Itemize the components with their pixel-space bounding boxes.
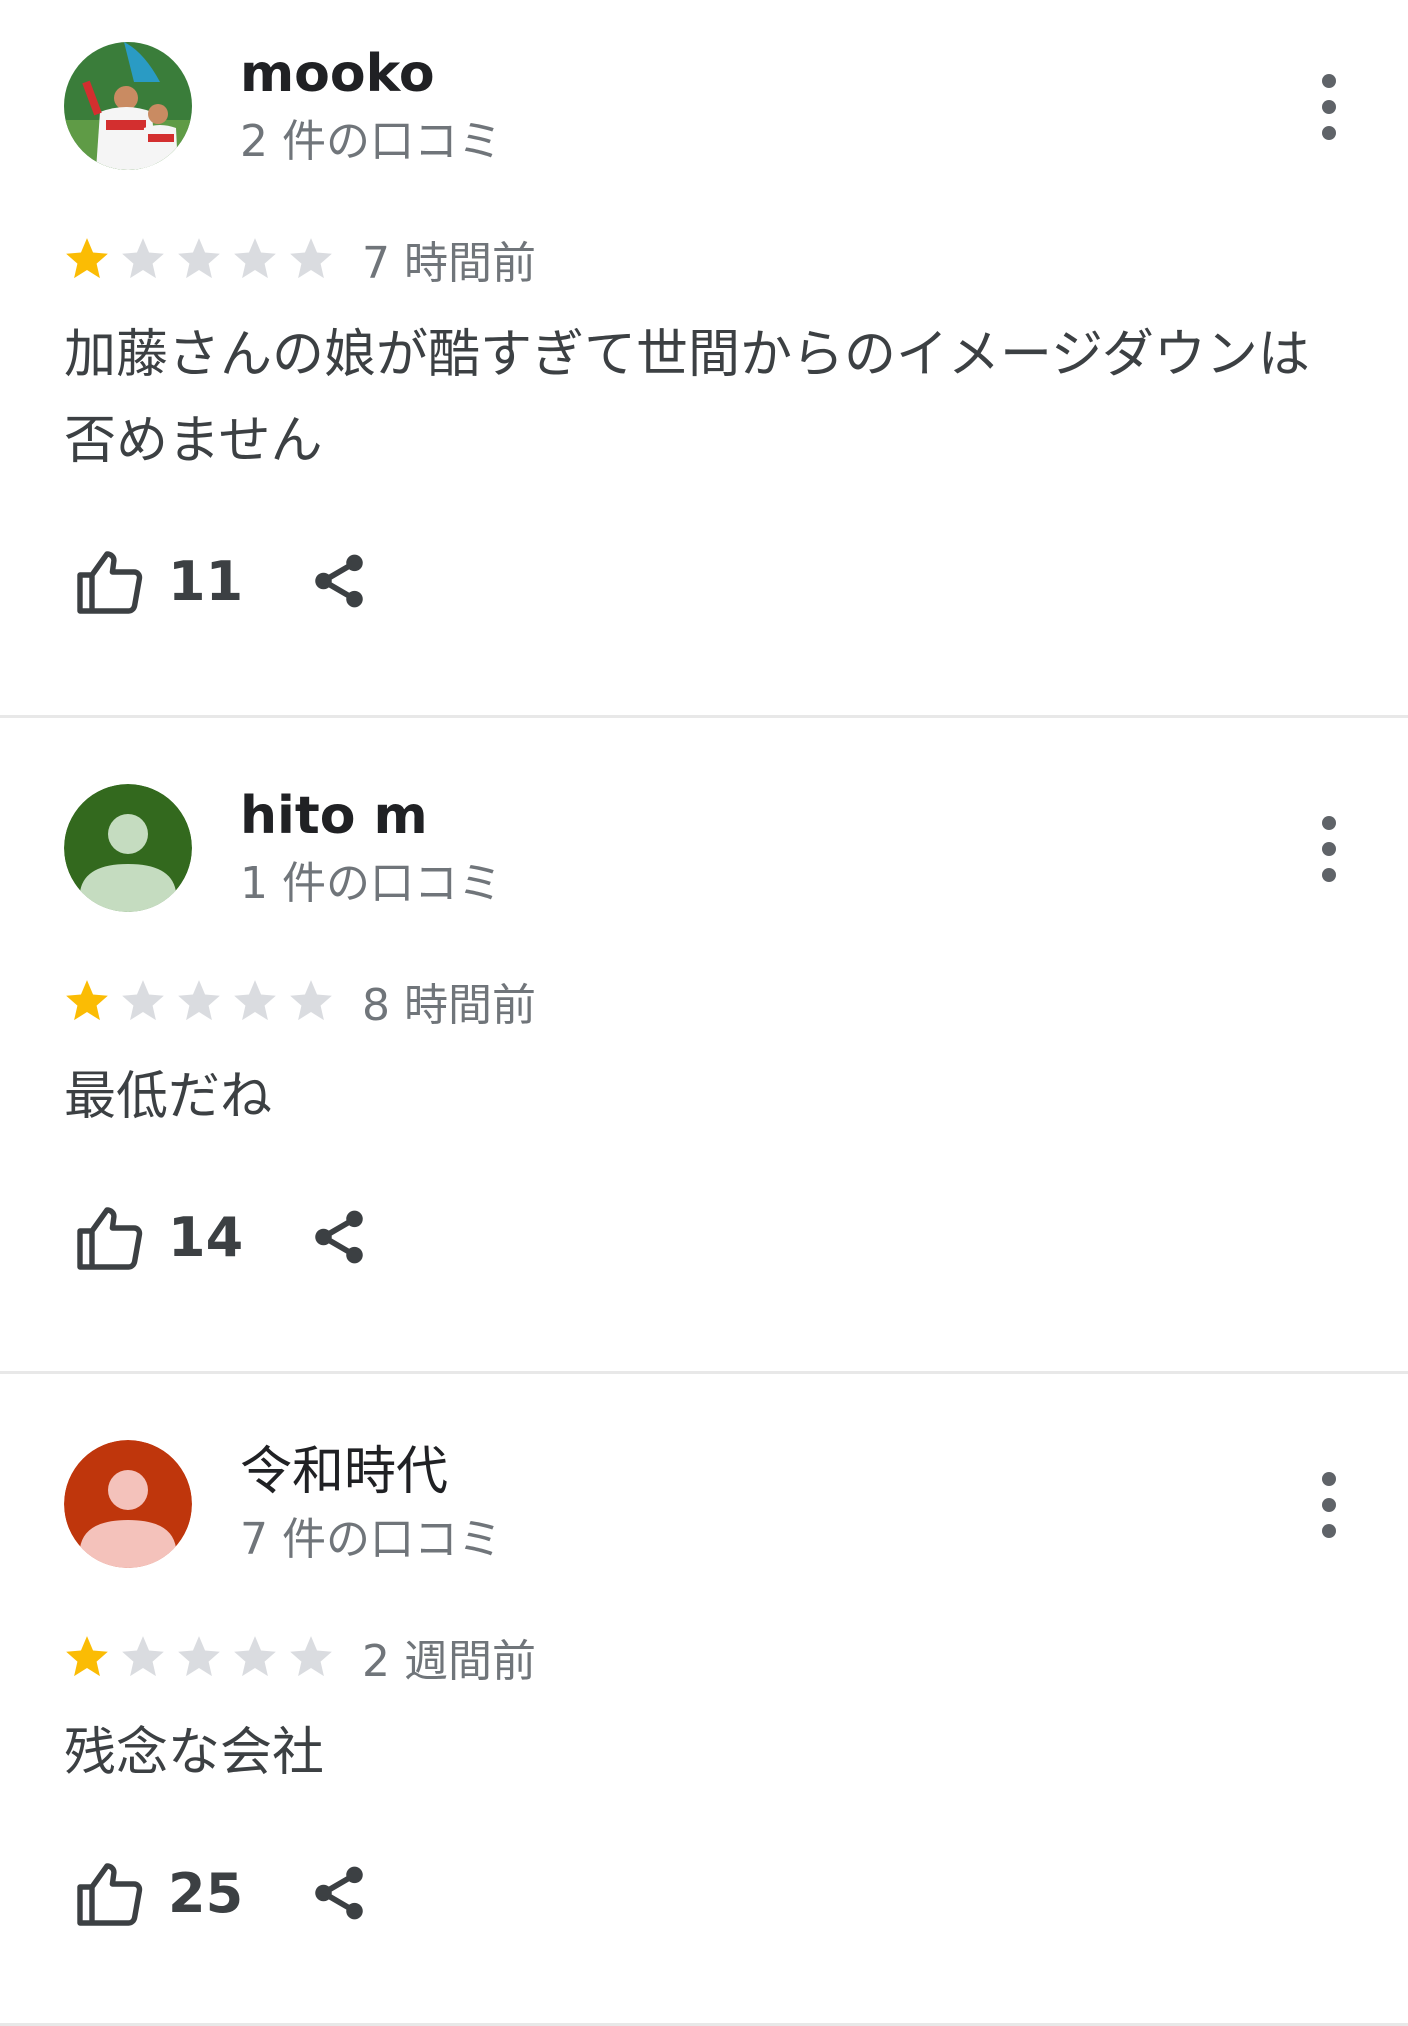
like-count: 25 [168, 1861, 244, 1925]
review-count: 2 件の口コミ [240, 116, 502, 167]
avatar[interactable] [64, 42, 192, 170]
more-vert-icon[interactable] [1310, 1472, 1348, 1538]
person-icon [64, 784, 192, 912]
review-count: 1 件の口コミ [240, 858, 502, 909]
star-empty-icon [178, 1636, 220, 1677]
star-empty-icon [290, 238, 332, 279]
review-card: 令和時代 7 件の口コミ 2 週間前 残念な会社 25 [0, 1374, 1408, 2026]
star-rating [62, 1632, 342, 1682]
review-actions: 11 [74, 548, 370, 614]
author-name[interactable]: hito m [240, 786, 428, 846]
avatar[interactable] [64, 784, 192, 912]
star-empty-icon [290, 980, 332, 1021]
review-count: 7 件の口コミ [240, 1514, 502, 1565]
more-vert-icon[interactable] [1310, 816, 1348, 882]
star-empty-icon [234, 238, 276, 279]
star-empty-icon [122, 238, 164, 279]
avatar-photo [64, 42, 192, 170]
share-icon[interactable] [308, 1862, 370, 1924]
review-text: 残念な会社 [64, 1723, 325, 1783]
star-empty-icon [178, 238, 220, 279]
share-icon[interactable] [308, 1206, 370, 1268]
review-text: 加藤さんの娘が酷すぎて世間からのイメージダウンは否めません [64, 325, 1310, 471]
rating-row: 7 時間前 [62, 228, 536, 290]
star-empty-icon [178, 980, 220, 1021]
review-time: 8 時間前 [362, 980, 536, 1031]
avatar[interactable] [64, 1440, 192, 1568]
author-name[interactable]: 令和時代 [240, 1442, 448, 1502]
thumbs-up-icon[interactable] [74, 1204, 146, 1270]
star-filled-icon [66, 1636, 108, 1677]
star-empty-icon [234, 1636, 276, 1677]
star-empty-icon [122, 1636, 164, 1677]
star-rating [62, 976, 342, 1026]
author-name[interactable]: mooko [240, 44, 435, 104]
star-empty-icon [234, 980, 276, 1021]
like-count: 11 [168, 549, 244, 613]
like-count: 14 [168, 1205, 244, 1269]
review-text: 最低だね [64, 1067, 273, 1127]
rating-row: 2 週間前 [62, 1626, 536, 1688]
star-rating [62, 234, 342, 284]
thumbs-up-icon[interactable] [74, 548, 146, 614]
star-filled-icon [66, 980, 108, 1021]
review-card: hito m 1 件の口コミ 8 時間前 最低だね 14 [0, 718, 1408, 1374]
star-empty-icon [290, 1636, 332, 1677]
star-empty-icon [122, 980, 164, 1021]
review-actions: 14 [74, 1204, 370, 1270]
more-vert-icon[interactable] [1310, 74, 1348, 140]
review-actions: 25 [74, 1860, 370, 1926]
person-icon [64, 1440, 192, 1568]
thumbs-up-icon[interactable] [74, 1860, 146, 1926]
review-time: 7 時間前 [362, 238, 536, 289]
review-time: 2 週間前 [362, 1636, 536, 1687]
star-filled-icon [66, 238, 108, 279]
share-icon[interactable] [308, 550, 370, 612]
review-card: mooko 2 件の口コミ 7 時間前 加藤さんの娘が酷すぎて世間からのイメージ… [0, 0, 1408, 718]
rating-row: 8 時間前 [62, 970, 536, 1032]
